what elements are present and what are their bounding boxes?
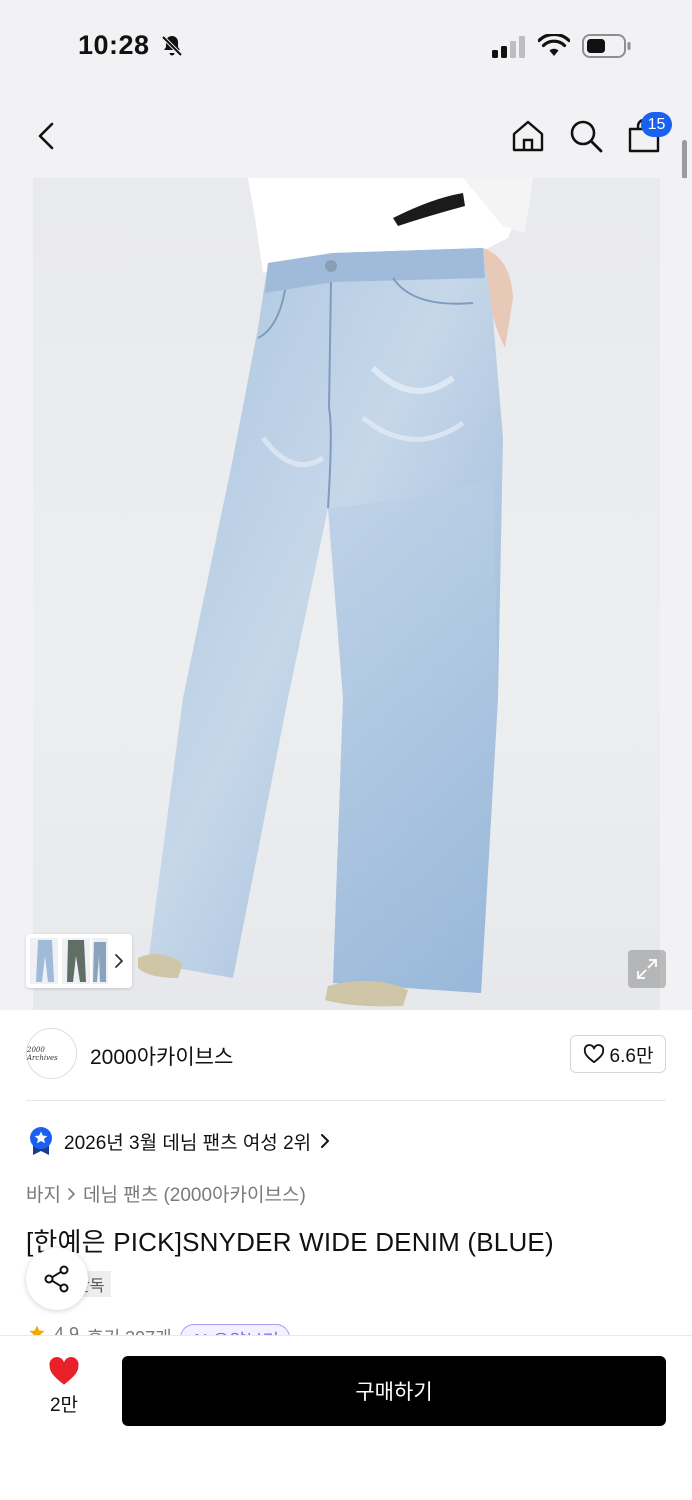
wifi-icon	[538, 34, 570, 56]
buy-button[interactable]: 구매하기	[122, 1356, 666, 1426]
thumbnail-strip[interactable]	[26, 934, 132, 988]
brand-like-count: 6.6만	[609, 1045, 654, 1067]
divider	[26, 1100, 666, 1101]
brand-logo[interactable]: 2000 Archives	[26, 1028, 77, 1079]
chevron-right-icon	[321, 1134, 330, 1148]
search-icon	[570, 120, 603, 153]
ranking-medal-icon	[30, 1127, 52, 1155]
product-like-button[interactable]: 2만	[34, 1356, 94, 1417]
ranking-link[interactable]: 2026년 3월 데님 팬츠 여성 2위	[28, 1124, 341, 1158]
thumbnail-images	[30, 938, 123, 984]
breadcrumb-level1[interactable]: 바지	[26, 1180, 61, 1207]
share-icon	[44, 1265, 69, 1293]
brand-like-button[interactable]: 6.6만	[570, 1035, 666, 1073]
home-icon	[512, 120, 544, 152]
brand-name[interactable]: 2000아카이브스	[90, 1041, 233, 1071]
brand-row[interactable]: 2000 Archives 2000아카이브스 6.6만	[26, 1028, 666, 1080]
rating-row[interactable]: 4.9 후기 397개 AI 요약보기	[28, 1322, 348, 1336]
ranking-text: 2026년 3월 데님 팬츠 여성 2위	[64, 1132, 312, 1154]
status-bar: 10:28	[0, 0, 692, 92]
chevron-left-icon	[38, 122, 54, 150]
navigation-bar: 15	[0, 92, 692, 178]
product-title: [한예은 PICK]SNYDER WIDE DENIM (BLUE)	[26, 1227, 554, 1257]
chevron-right-icon	[68, 1187, 76, 1200]
breadcrumb-level2[interactable]: 데님 팬츠 (2000아카이브스)	[83, 1180, 306, 1207]
clock-time: 10:28	[78, 30, 150, 60]
back-button[interactable]	[28, 114, 64, 158]
product-like-count: 2만	[49, 1395, 79, 1416]
expand-icon	[637, 959, 657, 979]
share-button[interactable]	[26, 1248, 88, 1310]
bell-slash-icon	[161, 35, 183, 57]
cellular-signal-icon	[492, 36, 525, 58]
product-image-carousel[interactable]	[0, 178, 692, 1010]
jeans-photo-illustration	[138, 178, 533, 1007]
heart-outline-icon	[583, 1044, 604, 1064]
breadcrumb: 바지 데님 팬츠 (2000아카이브스)	[26, 1180, 306, 1207]
cart-count-badge: 15	[641, 112, 672, 137]
fullscreen-button[interactable]	[628, 950, 666, 988]
heart-filled-icon	[49, 1356, 79, 1385]
bottom-action-bar: 2만 구매하기	[0, 1335, 692, 1500]
product-photo	[33, 178, 660, 1010]
home-button[interactable]	[508, 116, 548, 156]
battery-icon	[582, 34, 631, 58]
search-button[interactable]	[566, 116, 606, 156]
